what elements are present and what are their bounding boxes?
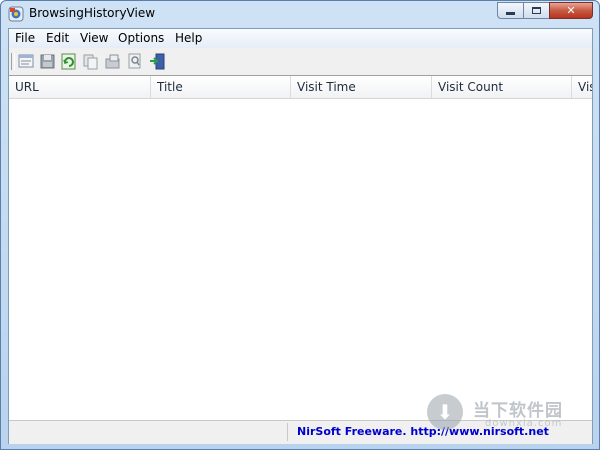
maximize-button[interactable] bbox=[523, 2, 549, 19]
toolbar bbox=[9, 49, 592, 74]
exit-icon[interactable] bbox=[148, 53, 166, 70]
menu-file[interactable]: File bbox=[15, 31, 35, 45]
app-window: BrowsingHistoryView ✕ File Edit View Opt… bbox=[0, 0, 600, 450]
toolbar-grip[interactable] bbox=[11, 53, 15, 70]
properties-icon[interactable] bbox=[17, 53, 35, 70]
window-controls: ✕ bbox=[497, 2, 593, 20]
column-header-url[interactable]: URL bbox=[9, 76, 151, 98]
open-icon[interactable] bbox=[104, 53, 122, 70]
watermark: ⬇ 当下软件园 downxia.com bbox=[427, 394, 587, 434]
list-header: URL Title Visit Time Visit Count Vis bbox=[9, 76, 592, 99]
menu-bar: File Edit View Options Help bbox=[9, 29, 592, 48]
column-header-visited-from[interactable]: Vis bbox=[572, 76, 592, 98]
column-header-visit-time[interactable]: Visit Time bbox=[291, 76, 432, 98]
menu-help[interactable]: Help bbox=[175, 31, 202, 45]
download-arrow-icon: ⬇ bbox=[427, 394, 463, 430]
maximize-icon bbox=[532, 7, 541, 14]
save-icon[interactable] bbox=[39, 53, 57, 70]
column-header-visit-count[interactable]: Visit Count bbox=[432, 76, 572, 98]
minimize-button[interactable] bbox=[497, 2, 523, 19]
watermark-subtext: downxia.com bbox=[485, 418, 563, 429]
menu-edit[interactable]: Edit bbox=[46, 31, 69, 45]
window-title: BrowsingHistoryView bbox=[29, 6, 156, 20]
column-header-title[interactable]: Title bbox=[151, 76, 291, 98]
find-icon[interactable] bbox=[126, 53, 144, 70]
client-area: File Edit View Options Help URL Title Vi… bbox=[8, 28, 593, 444]
history-list[interactable]: URL Title Visit Time Visit Count Vis ||| bbox=[9, 75, 592, 421]
menu-options[interactable]: Options bbox=[118, 31, 164, 45]
copy-icon[interactable] bbox=[82, 53, 100, 70]
close-icon: ✕ bbox=[566, 4, 576, 17]
title-bar[interactable]: BrowsingHistoryView ✕ bbox=[1, 1, 599, 27]
menu-view[interactable]: View bbox=[80, 31, 108, 45]
minimize-icon bbox=[506, 12, 515, 15]
refresh-icon[interactable] bbox=[60, 53, 78, 70]
app-icon[interactable] bbox=[8, 6, 24, 22]
status-cell-items bbox=[9, 423, 288, 441]
close-button[interactable]: ✕ bbox=[549, 2, 593, 19]
